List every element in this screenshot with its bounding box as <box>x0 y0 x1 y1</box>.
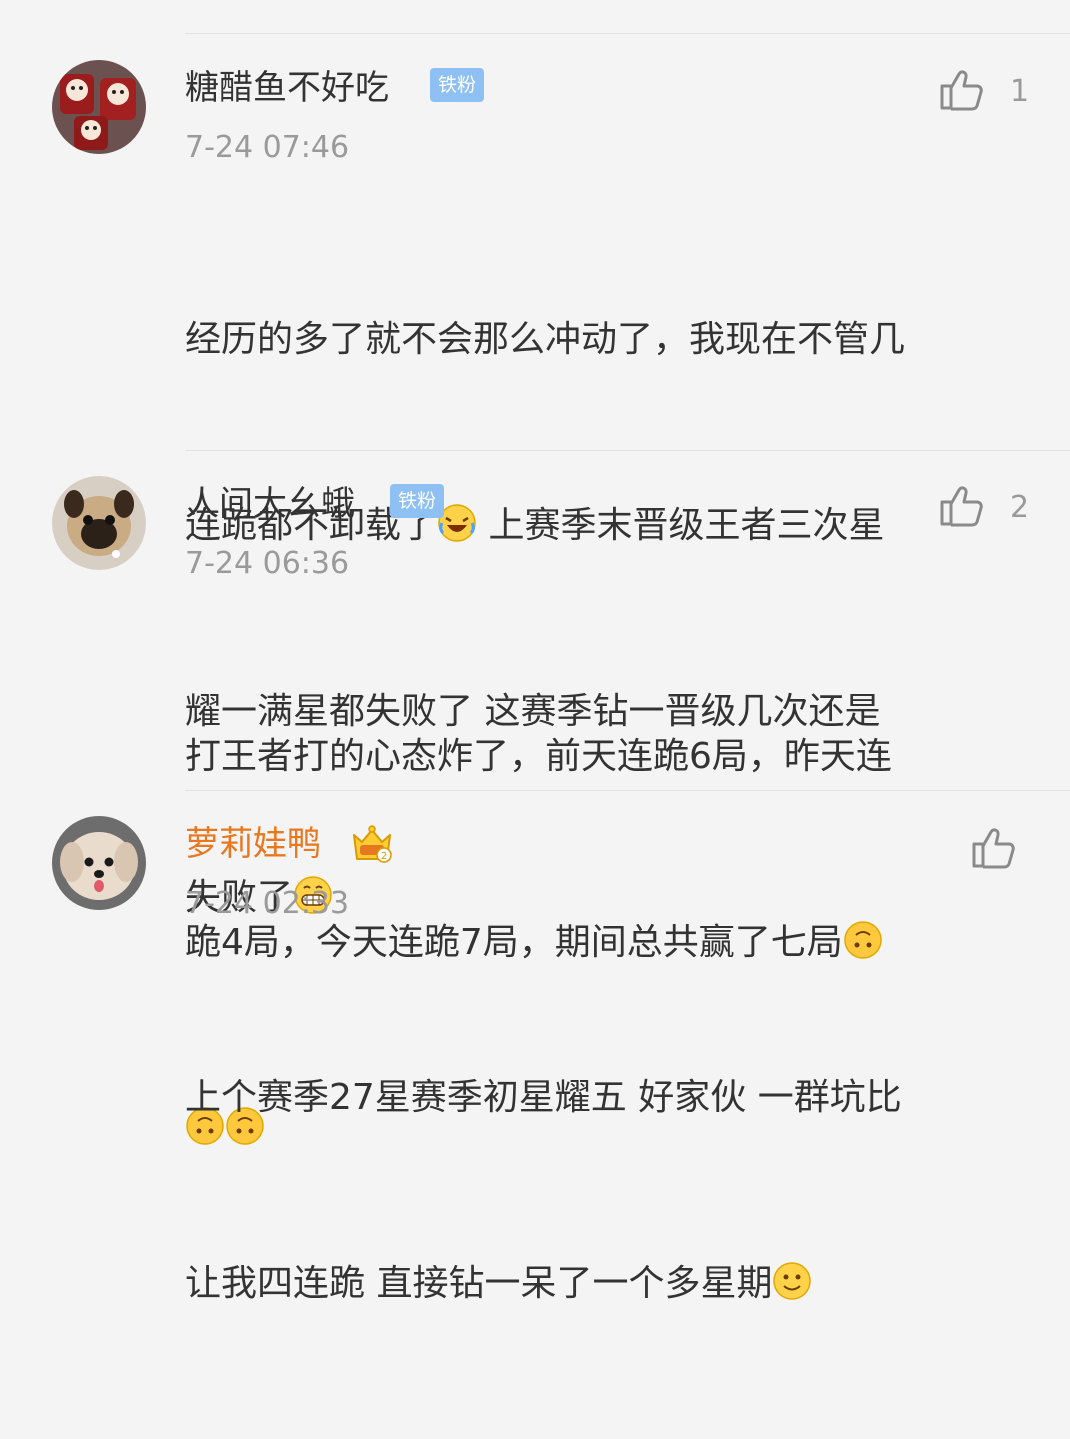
like-count: 1 <box>1010 74 1030 109</box>
comment-line: 经历的多了就不会那么冲动了，我现在不管几 <box>185 319 906 360</box>
comment-line: 打王者打的心态炸了，前天连跪6局，昨天连 <box>185 736 892 777</box>
fan-badge: 铁粉 <box>430 68 485 102</box>
divider <box>185 790 1070 791</box>
comment-line: 上赛季末晋级王者三次星 <box>488 505 885 546</box>
thumbs-up-icon[interactable] <box>938 482 986 530</box>
timestamp: 7-24 06:36 <box>185 546 350 581</box>
svg-text:2: 2 <box>381 851 387 862</box>
timestamp: 7-24 07:46 <box>185 130 350 165</box>
comment-text: 上个赛季27星赛季初星耀五 好家伙 一群坑比 让我四连跪 直接钻一呆了一个多星期 <box>185 943 1045 1439</box>
thumbs-up-icon[interactable] <box>938 66 986 114</box>
top-divider <box>185 33 1070 34</box>
avatar[interactable] <box>52 476 146 570</box>
username[interactable]: 人间大幺蛾 <box>185 484 355 524</box>
fan-badge: 铁粉 <box>390 484 445 518</box>
username[interactable]: 萝莉娃鸭 <box>185 824 321 864</box>
like-count: 2 <box>1010 490 1030 525</box>
comment-line: 上个赛季27星赛季初星耀五 好家伙 一群坑比 <box>185 1077 902 1118</box>
slight-smile-emoji <box>773 1262 812 1300</box>
username[interactable]: 糖醋鱼不好吃 <box>185 68 389 108</box>
thumbs-up-icon[interactable] <box>970 824 1018 872</box>
comment-line: 让我四连跪 直接钻一呆了一个多星期 <box>185 1263 773 1304</box>
avatar[interactable] <box>52 60 146 154</box>
avatar[interactable] <box>52 816 146 910</box>
vip-crown-badge: 2 <box>353 825 392 863</box>
divider <box>185 450 1070 451</box>
timestamp: 7-24 02:33 <box>185 886 350 921</box>
